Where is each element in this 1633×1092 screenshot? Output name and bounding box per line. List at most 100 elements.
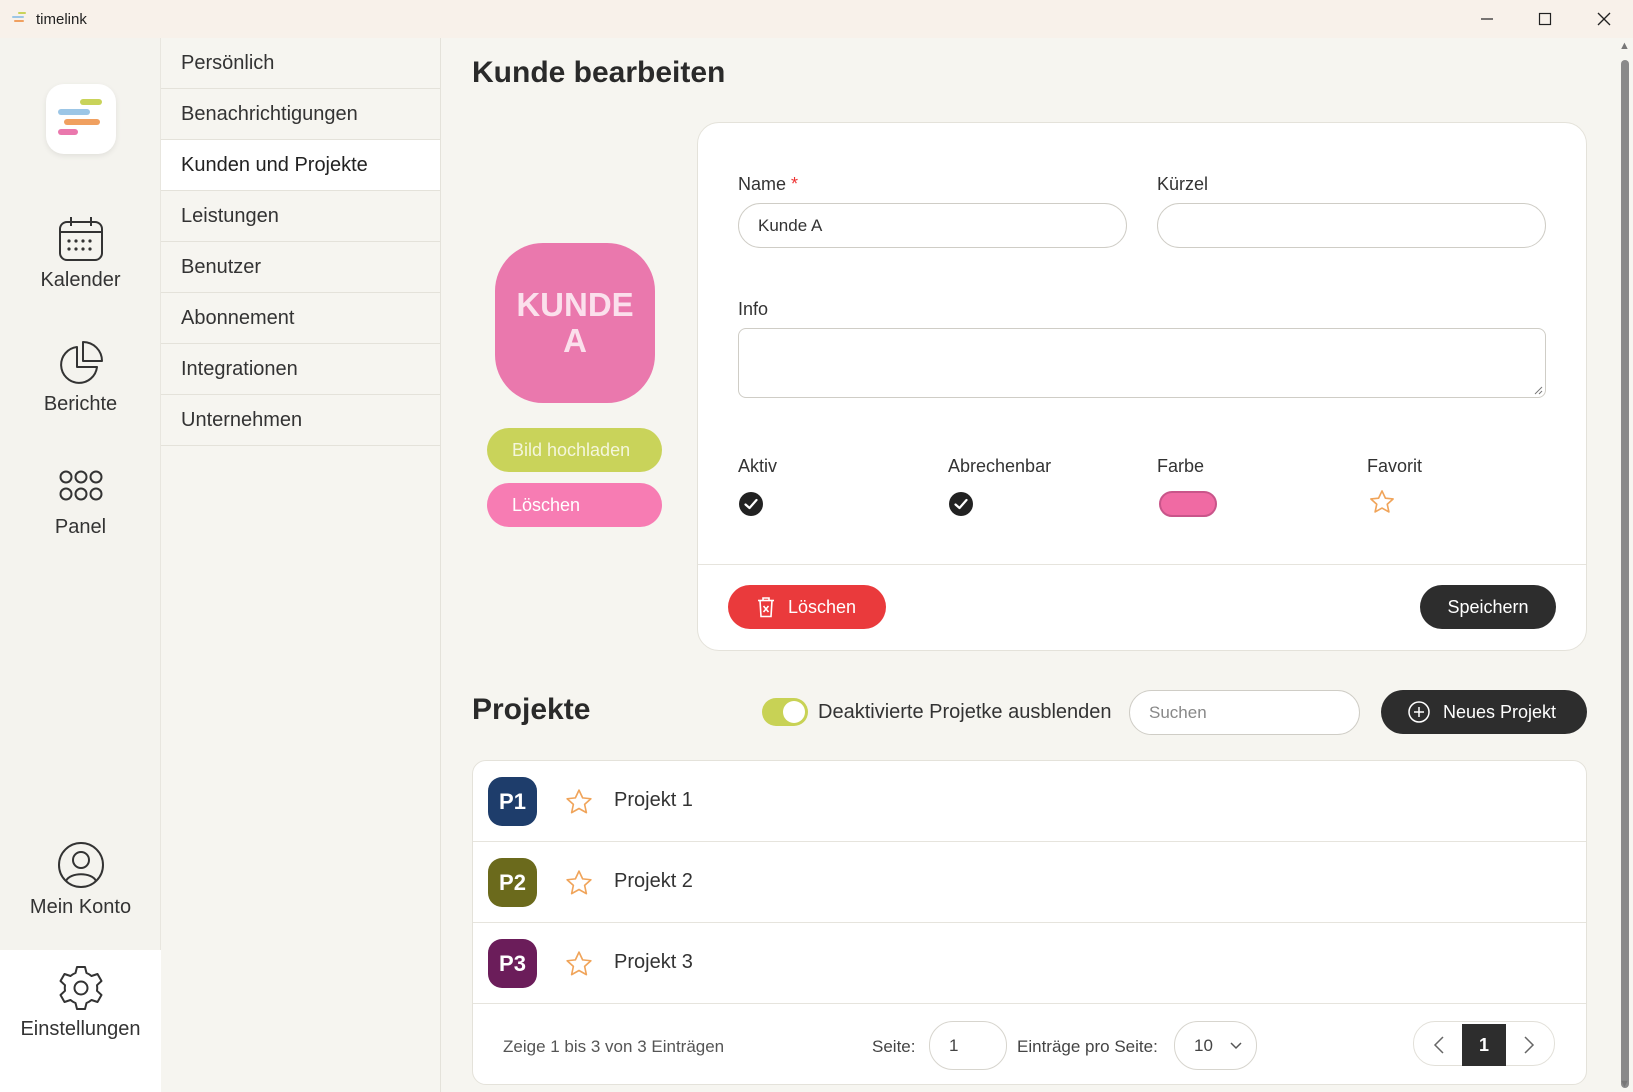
entries-info: Zeige 1 bis 3 von 3 Einträgen	[503, 1037, 725, 1056]
save-button[interactable]: Speichern	[1420, 585, 1556, 629]
trash-icon	[758, 597, 774, 618]
window-title: timelink	[36, 11, 87, 28]
scrollbar-thumb[interactable]	[1621, 60, 1629, 1088]
nav-label-berichte: Berichte	[43, 393, 118, 415]
settings-item-leistungen[interactable]: Leistungen	[161, 191, 440, 242]
customer-avatar: KUNDE A	[495, 243, 655, 403]
project-name: Projekt 3	[614, 951, 693, 973]
nav-item-panel[interactable]: Panel	[0, 462, 161, 539]
projects-table: P1 Projekt 1 P2 Projekt 2 P3 Projekt 3 Z…	[472, 760, 1587, 1085]
info-label: Info	[738, 299, 769, 319]
favorite-label: Favorit	[1367, 456, 1423, 476]
project-row[interactable]: P2 Projekt 2	[473, 842, 1586, 923]
checkmark-icon	[954, 498, 968, 510]
billable-label: Abrechenbar	[948, 456, 1052, 476]
settings-item-benachrichtigungen[interactable]: Benachrichtigungen	[161, 89, 440, 140]
close-icon	[1597, 12, 1611, 26]
project-name: Projekt 1	[614, 789, 693, 811]
favorite-star-icon[interactable]	[564, 868, 594, 898]
minimize-button[interactable]	[1458, 0, 1516, 38]
per-page-label: Einträge pro Seite:	[1017, 1037, 1158, 1056]
favorite-star-icon[interactable]	[1368, 488, 1396, 516]
upload-image-button[interactable]: Bild hochladen	[487, 428, 662, 472]
color-label: Farbe	[1157, 456, 1205, 476]
short-label: Kürzel	[1157, 174, 1209, 194]
gear-icon	[59, 966, 102, 1010]
pagination: 1	[1413, 1021, 1555, 1066]
projects-title: Projekte	[472, 693, 591, 726]
required-marker: *	[791, 174, 799, 194]
chevron-right-icon[interactable]	[1522, 1035, 1536, 1055]
user-circle-icon	[57, 842, 104, 888]
toggle-knob	[783, 701, 805, 723]
project-row[interactable]: P3 Projekt 3	[473, 923, 1586, 1004]
info-textarea[interactable]	[738, 328, 1546, 398]
chevron-down-icon	[1230, 1041, 1242, 1049]
settings-item-unternehmen[interactable]: Unternehmen	[161, 395, 440, 446]
scroll-down-icon[interactable]: ▼	[1619, 1078, 1630, 1090]
settings-item-benutzer[interactable]: Benutzer	[161, 242, 440, 293]
nav-item-mein-konto[interactable]: Mein Konto	[0, 840, 161, 919]
billable-checkbox[interactable]	[949, 492, 973, 516]
table-footer: Zeige 1 bis 3 von 3 Einträgen Seite: 1 E…	[473, 1005, 1586, 1084]
project-search-input[interactable]: Suchen	[1129, 690, 1360, 735]
per-page-select[interactable]: 10	[1174, 1021, 1257, 1070]
project-row[interactable]: P1 Projekt 1	[473, 761, 1586, 842]
hide-deactivated-toggle[interactable]	[762, 698, 808, 726]
settings-item-kunden-und-projekte[interactable]: Kunden und Projekte	[161, 140, 440, 191]
project-name: Projekt 2	[614, 870, 693, 892]
main-navigation-rail: Kalender Berichte Panel Mein Konto Einst…	[0, 38, 161, 1092]
maximize-button[interactable]	[1516, 0, 1574, 38]
nav-item-einstellungen[interactable]: Einstellungen	[0, 950, 161, 1092]
page-input[interactable]: 1	[929, 1021, 1007, 1070]
minimize-icon	[1481, 18, 1493, 20]
close-button[interactable]	[1575, 0, 1633, 38]
nav-label-einstellungen: Einstellungen	[20, 1018, 141, 1040]
current-page-button[interactable]: 1	[1462, 1024, 1506, 1066]
delete-image-button[interactable]: Löschen	[487, 483, 662, 527]
chevron-left-icon[interactable]	[1432, 1035, 1446, 1055]
nav-label-kalender: Kalender	[40, 269, 121, 291]
active-label: Aktiv	[738, 456, 778, 476]
favorite-star-icon[interactable]	[564, 949, 594, 979]
page-label: Seite:	[872, 1037, 916, 1056]
timelink-logo[interactable]	[46, 84, 116, 154]
settings-item-abonnement[interactable]: Abonnement	[161, 293, 440, 344]
active-checkbox[interactable]	[739, 492, 763, 516]
short-input[interactable]	[1157, 203, 1546, 248]
resize-handle-icon[interactable]	[1533, 385, 1543, 395]
color-picker-swatch[interactable]	[1159, 491, 1217, 517]
pie-chart-icon	[59, 341, 103, 384]
settings-menu: Persönlich Benachrichtigungen Kunden und…	[161, 38, 441, 1092]
page-scrollbar[interactable]: ▲ ▼	[1616, 38, 1633, 1092]
nav-item-berichte[interactable]: Berichte	[0, 339, 161, 416]
hide-deactivated-label: Deaktivierte Projetke ausblenden	[818, 701, 1112, 723]
app-logo-icon	[12, 12, 28, 26]
delete-customer-button[interactable]: Löschen	[728, 585, 886, 629]
plus-circle-icon	[1408, 701, 1430, 723]
project-badge: P2	[488, 858, 537, 907]
name-label: Name *	[738, 174, 799, 194]
name-input[interactable]: Kunde A	[738, 203, 1127, 248]
page-title: Kunde bearbeiten	[472, 56, 726, 89]
nav-item-kalender[interactable]: Kalender	[0, 215, 161, 292]
title-bar: timelink	[0, 0, 1633, 38]
favorite-star-icon[interactable]	[564, 787, 594, 817]
scroll-up-icon[interactable]: ▲	[1619, 40, 1630, 52]
settings-item-persoenlich[interactable]: Persönlich	[161, 38, 440, 89]
card-divider	[698, 564, 1586, 565]
per-page-value: 10	[1194, 1035, 1213, 1055]
checkmark-icon	[744, 498, 758, 510]
customer-edit-form: Name * Kunde A Kürzel Info Aktiv Abreche…	[697, 122, 1587, 651]
maximize-icon	[1538, 12, 1552, 26]
delete-customer-label: Löschen	[788, 596, 857, 617]
new-project-button[interactable]: Neues Projekt	[1381, 690, 1587, 734]
calendar-icon	[58, 217, 103, 261]
nav-label-panel: Panel	[54, 516, 107, 538]
new-project-label: Neues Projekt	[1443, 701, 1557, 722]
project-badge: P1	[488, 777, 537, 826]
nav-label-mein-konto: Mein Konto	[29, 896, 132, 918]
settings-item-integrationen[interactable]: Integrationen	[161, 344, 440, 395]
project-badge: P3	[488, 939, 537, 988]
grid-icon	[59, 470, 102, 501]
